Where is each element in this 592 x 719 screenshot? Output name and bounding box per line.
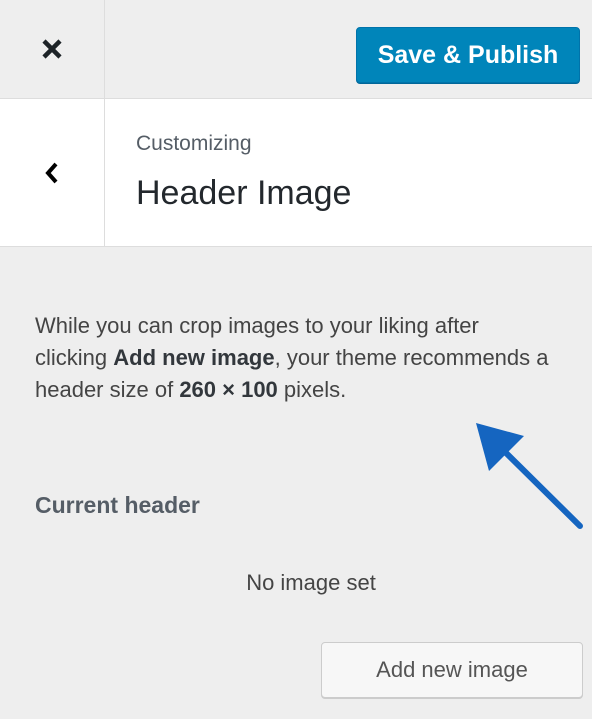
annotation-arrow-icon — [476, 423, 583, 529]
